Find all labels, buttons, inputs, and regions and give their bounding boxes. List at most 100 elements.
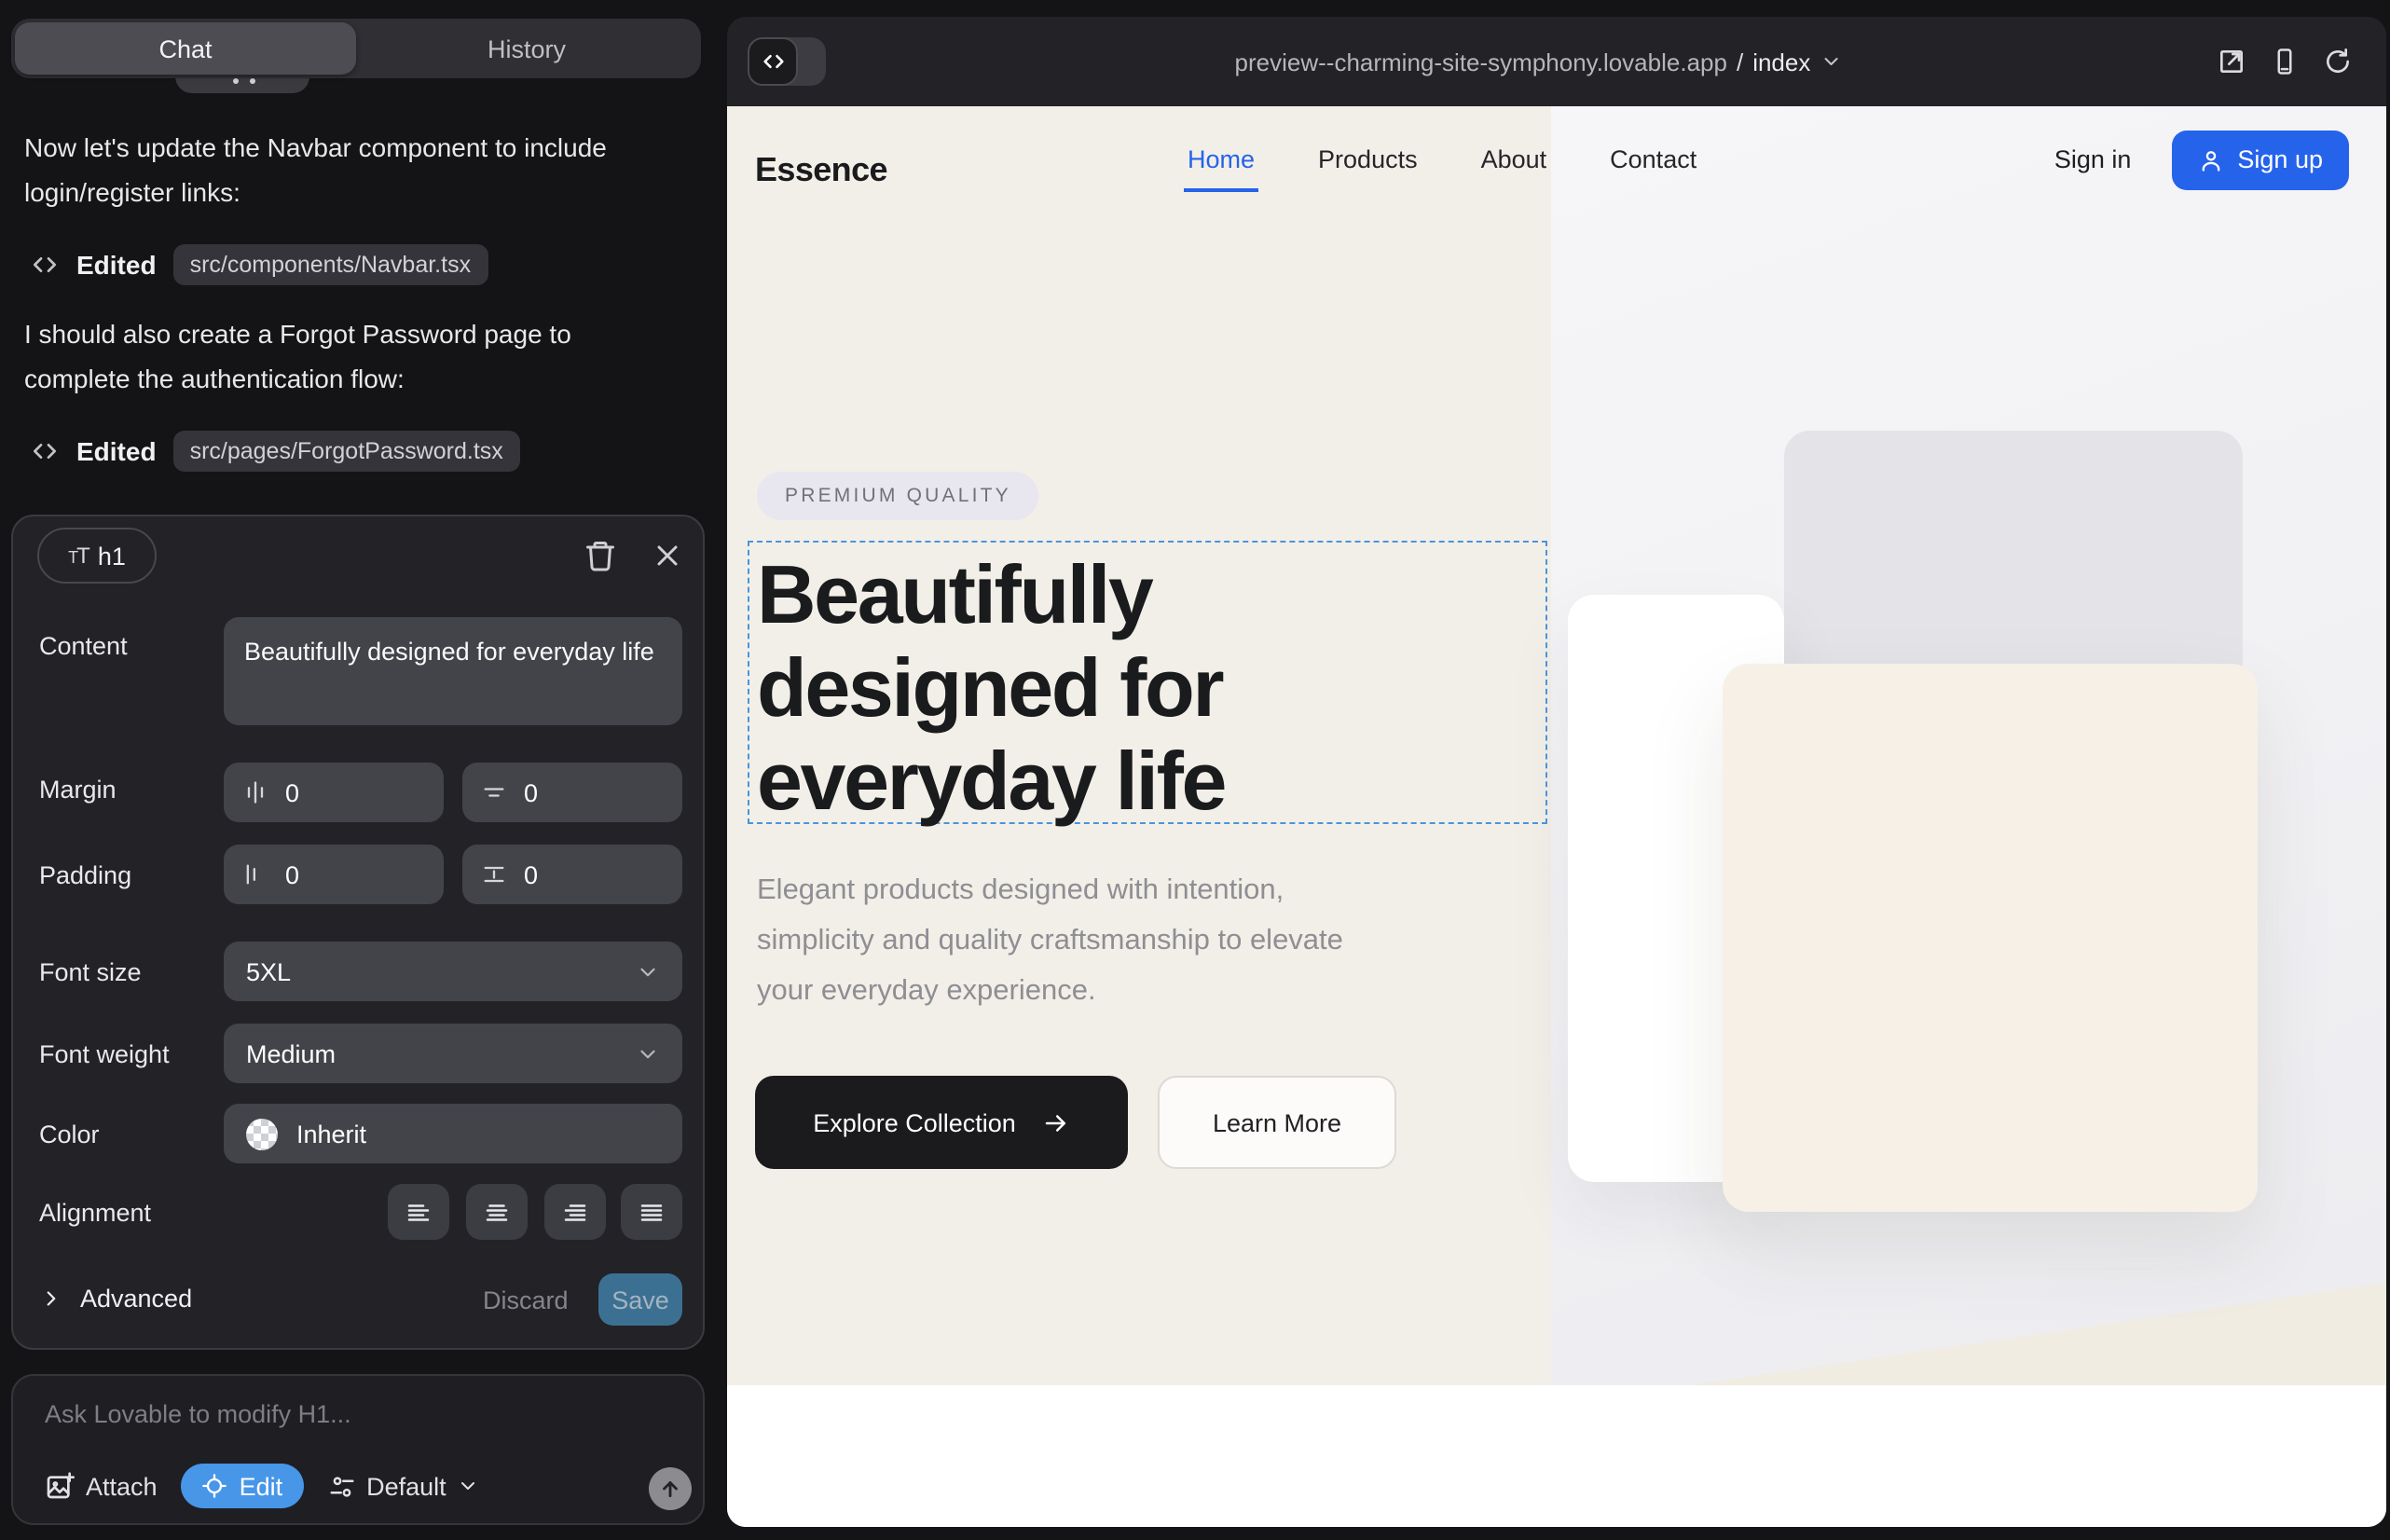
edited-file-row: Edited src/components/Navbar.tsx xyxy=(30,244,488,285)
alignment-label: Alignment xyxy=(39,1199,151,1227)
margin-label: Margin xyxy=(39,776,117,804)
margin-vertical-icon xyxy=(481,779,507,805)
font-size-select[interactable]: 5XL xyxy=(224,942,682,1001)
open-in-new-window-icon[interactable] xyxy=(2217,47,2246,76)
chat-composer: Ask Lovable to modify H1... Attach Edit xyxy=(11,1374,705,1525)
margin-horizontal-value: 0 xyxy=(285,778,299,806)
padding-vertical-value: 0 xyxy=(524,860,538,888)
align-center-button[interactable] xyxy=(466,1184,528,1240)
mode-label: Default xyxy=(366,1472,446,1500)
edit-label: Edit xyxy=(240,1472,283,1500)
margin-horizontal-input[interactable]: 0 xyxy=(224,763,444,822)
save-button[interactable]: Save xyxy=(598,1273,682,1326)
advanced-toggle[interactable]: Advanced xyxy=(39,1285,192,1313)
send-button[interactable] xyxy=(649,1467,692,1510)
chevron-down-icon xyxy=(1820,50,1842,73)
explore-collection-label: Explore Collection xyxy=(813,1108,1016,1136)
element-tag-pill[interactable]: TT h1 xyxy=(37,528,157,584)
code-preview-toggle[interactable] xyxy=(748,37,826,86)
model-selector[interactable]: Default xyxy=(327,1472,480,1500)
decorative-card-beige xyxy=(1723,664,2258,1212)
mobile-view-icon[interactable] xyxy=(2271,47,2299,76)
nav-link-about[interactable]: About xyxy=(1481,145,1547,173)
margin-vertical-input[interactable]: 0 xyxy=(462,763,682,822)
chevron-down-icon xyxy=(458,1475,480,1497)
margin-vertical-value: 0 xyxy=(524,778,538,806)
chevron-right-icon xyxy=(39,1286,63,1311)
file-chip[interactable]: src/components/Navbar.tsx xyxy=(173,244,488,285)
font-size-label: Font size xyxy=(39,958,142,986)
url-page: index xyxy=(1752,48,1810,76)
hero-description: Elegant products designed with intention… xyxy=(757,865,1353,1016)
preview-window: preview--charming-site-symphony.lovable.… xyxy=(727,17,2386,1527)
url-host: preview--charming-site-symphony.lovable.… xyxy=(1235,48,1727,76)
explore-collection-button[interactable]: Explore Collection xyxy=(755,1076,1128,1169)
sign-up-button[interactable]: Sign up xyxy=(2172,130,2349,189)
edit-mode-button[interactable]: Edit xyxy=(182,1464,304,1508)
edited-label: Edited xyxy=(76,436,157,466)
url-separator: / xyxy=(1737,48,1743,76)
tab-history[interactable]: History xyxy=(356,22,697,75)
font-weight-select[interactable]: Medium xyxy=(224,1024,682,1083)
content-input[interactable]: Beautifully designed for everyday life xyxy=(224,617,682,725)
edited-label: Edited xyxy=(76,250,157,280)
padding-horizontal-value: 0 xyxy=(285,860,299,888)
sidebar-tabbar: Chat History xyxy=(11,19,701,78)
nav-link-products[interactable]: Products xyxy=(1318,145,1418,173)
file-chip[interactable]: src/pages/ForgotPassword.tsx xyxy=(173,431,520,472)
chat-message: I should also create a Forgot Password p… xyxy=(24,313,651,401)
chevron-down-icon xyxy=(636,959,660,983)
preview-toolbar: preview--charming-site-symphony.lovable.… xyxy=(727,17,2386,106)
color-select[interactable]: Inherit xyxy=(224,1104,682,1163)
site-logo[interactable]: Essence xyxy=(755,151,887,190)
nav-link-home[interactable]: Home xyxy=(1188,145,1255,173)
font-weight-label: Font weight xyxy=(39,1040,170,1068)
padding-vertical-icon xyxy=(481,861,507,887)
arrow-right-icon xyxy=(1042,1108,1070,1136)
align-justify-button[interactable] xyxy=(621,1184,682,1240)
chat-message: Now let's update the Navbar component to… xyxy=(24,127,651,214)
padding-label: Padding xyxy=(39,861,131,889)
color-swatch xyxy=(246,1118,278,1149)
close-icon[interactable] xyxy=(651,539,684,572)
composer-input[interactable]: Ask Lovable to modify H1... xyxy=(45,1400,351,1428)
align-left-button[interactable] xyxy=(388,1184,449,1240)
sliders-icon xyxy=(327,1472,355,1500)
padding-vertical-input[interactable]: 0 xyxy=(462,845,682,904)
trash-icon[interactable] xyxy=(584,539,617,572)
element-tag-label: h1 xyxy=(98,542,126,570)
code-icon xyxy=(30,250,60,280)
refresh-icon[interactable] xyxy=(2323,47,2353,76)
padding-horizontal-icon xyxy=(242,861,268,887)
section-below-hero xyxy=(727,1385,2386,1527)
code-icon xyxy=(748,37,798,86)
color-label: Color xyxy=(39,1121,100,1148)
content-label: Content xyxy=(39,632,128,660)
sign-in-link[interactable]: Sign in xyxy=(2054,145,2132,173)
align-right-button[interactable] xyxy=(544,1184,606,1240)
attach-label: Attach xyxy=(86,1472,158,1500)
site-canvas: Essence Home Products About Contact Sign… xyxy=(727,106,2386,1527)
padding-horizontal-input[interactable]: 0 xyxy=(224,845,444,904)
edited-file-row: Edited src/pages/ForgotPassword.tsx xyxy=(30,431,520,472)
url-bar[interactable]: preview--charming-site-symphony.lovable.… xyxy=(1235,17,1843,106)
premium-quality-badge: PREMIUM QUALITY xyxy=(757,472,1039,520)
type-icon: TT xyxy=(68,543,89,569)
advanced-label: Advanced xyxy=(80,1285,192,1313)
chat-sidebar: Chat History Now let's update the Navbar… xyxy=(0,0,727,1540)
attach-image-icon xyxy=(45,1471,75,1501)
margin-horizontal-icon xyxy=(242,779,268,805)
nav-link-contact[interactable]: Contact xyxy=(1610,145,1696,173)
element-editor-panel: TT h1 Content Beautifully designed for e… xyxy=(11,515,705,1350)
user-icon xyxy=(2198,146,2224,172)
hero-heading[interactable]: Beautifully designed for everyday life xyxy=(757,550,1413,830)
font-weight-value: Medium xyxy=(246,1039,336,1067)
discard-button[interactable]: Discard xyxy=(483,1286,569,1314)
target-icon xyxy=(202,1473,228,1499)
tab-chat[interactable]: Chat xyxy=(15,22,356,75)
learn-more-button[interactable]: Learn More xyxy=(1158,1076,1396,1169)
code-icon xyxy=(30,436,60,466)
color-value: Inherit xyxy=(296,1120,366,1148)
font-size-value: 5XL xyxy=(246,957,291,985)
attach-button[interactable]: Attach xyxy=(45,1471,158,1501)
